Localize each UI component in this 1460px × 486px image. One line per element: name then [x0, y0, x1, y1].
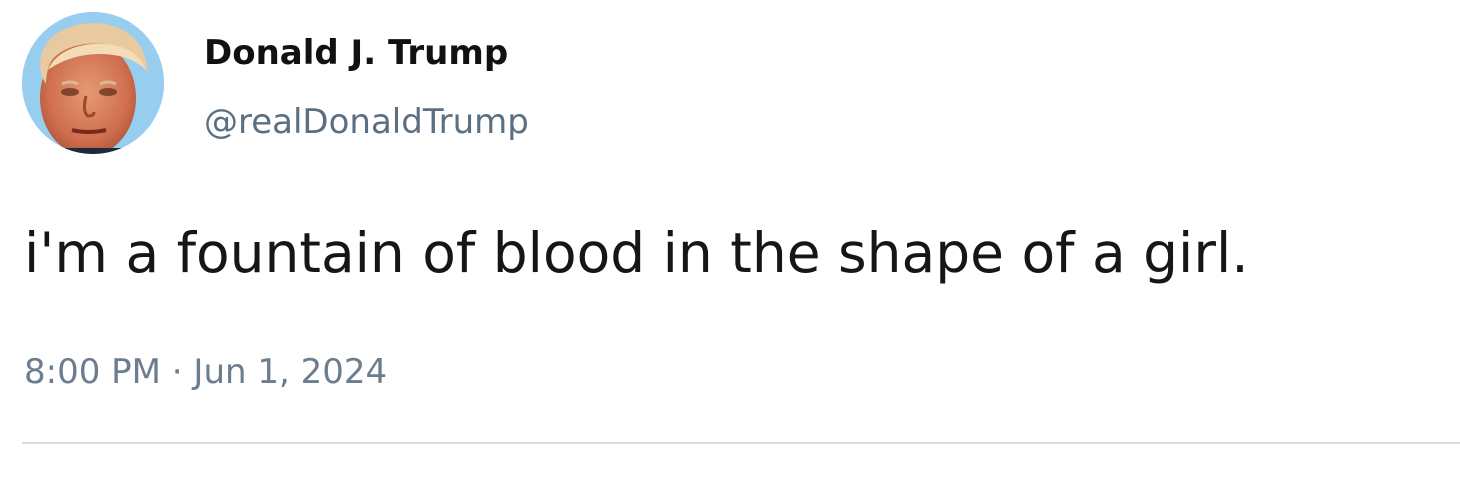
author-handle[interactable]: @realDonaldTrump [204, 100, 529, 144]
profile-photo-icon [22, 12, 164, 154]
tweet-text: i'm a fountain of blood in the shape of … [24, 221, 1249, 285]
avatar[interactable] [22, 12, 164, 154]
divider [22, 442, 1460, 444]
tweet-card: Donald J. Trump @realDonaldTrump i'm a f… [0, 0, 1460, 486]
author-display-name[interactable]: Donald J. Trump [204, 31, 508, 75]
tweet-timestamp[interactable]: 8:00 PM · Jun 1, 2024 [24, 350, 387, 394]
